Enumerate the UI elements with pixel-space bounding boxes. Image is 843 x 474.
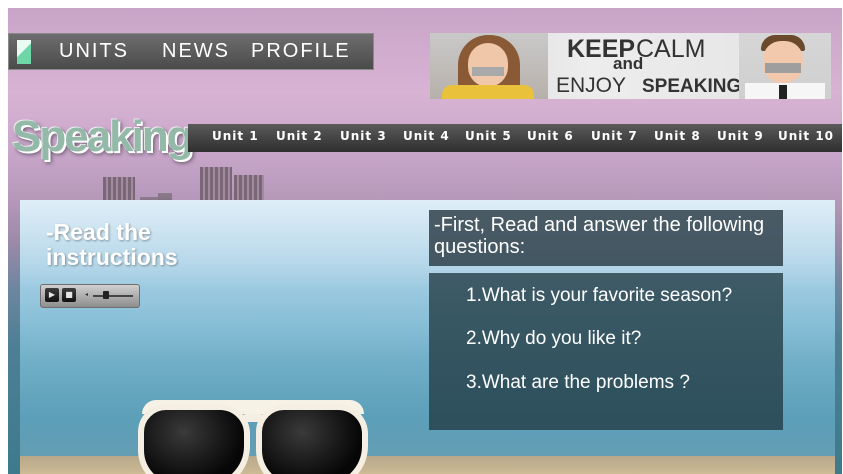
volume-icon: ◂	[85, 291, 89, 298]
banner-and: and	[613, 54, 644, 73]
question-item-1: 1.What is your favorite season?	[466, 285, 733, 306]
instructions-title: -Read the instructions	[46, 219, 178, 270]
unit-link-1[interactable]: Unit 1	[212, 129, 259, 143]
unit-link-8[interactable]: Unit 8	[654, 129, 701, 143]
question-item-3: 3.What are the problems ?	[466, 372, 690, 393]
question-item-2: 2.Why do you like it?	[466, 328, 642, 349]
keep-calm-banner: KEEP CALM and ENJOY SPEAKING	[430, 33, 831, 99]
unit-link-5[interactable]: Unit 5	[465, 129, 512, 143]
banner-enjoy: ENJOY	[556, 74, 627, 97]
banner-speaking: SPEAKING	[642, 76, 742, 97]
unit-link-10[interactable]: Unit 10	[778, 129, 834, 143]
unit-link-3[interactable]: Unit 3	[340, 129, 387, 143]
volume-slider[interactable]	[93, 295, 133, 297]
lesson-panel: -Read the instructions ▶ ■ ◂ -First, Rea…	[20, 200, 835, 474]
page-frame: UNITS NEWS PROFILE KEEP CALM and ENJOY S…	[8, 8, 842, 474]
questions-box: 1.What is your favorite season? 2.Why do…	[429, 273, 783, 430]
page-title: Speaking	[12, 112, 194, 161]
unit-link-9[interactable]: Unit 9	[717, 129, 764, 143]
nav-item-news[interactable]: NEWS	[162, 40, 230, 63]
nav-item-profile[interactable]: PROFILE	[251, 40, 351, 63]
banner-calm: CALM	[636, 35, 706, 63]
nav-item-units[interactable]: UNITS	[59, 40, 129, 63]
unit-link-2[interactable]: Unit 2	[276, 129, 323, 143]
unit-link-4[interactable]: Unit 4	[403, 129, 450, 143]
questions-heading: -First, Read and answer the following qu…	[429, 210, 783, 266]
stop-icon[interactable]: ■	[62, 288, 76, 302]
unit-link-7[interactable]: Unit 7	[591, 129, 638, 143]
logo-icon	[17, 40, 31, 64]
play-icon[interactable]: ▶	[45, 288, 59, 302]
sunglasses-image	[138, 396, 368, 474]
boy-photo	[739, 33, 831, 99]
volume-slider-knob[interactable]	[103, 291, 109, 299]
audio-player: ▶ ■ ◂	[40, 284, 140, 308]
top-nav: UNITS NEWS PROFILE	[8, 33, 374, 70]
unit-link-6[interactable]: Unit 6	[527, 129, 574, 143]
units-bar: Unit 1 Unit 2 Unit 3 Unit 4 Unit 5 Unit …	[188, 124, 842, 152]
girl-photo	[430, 33, 548, 99]
